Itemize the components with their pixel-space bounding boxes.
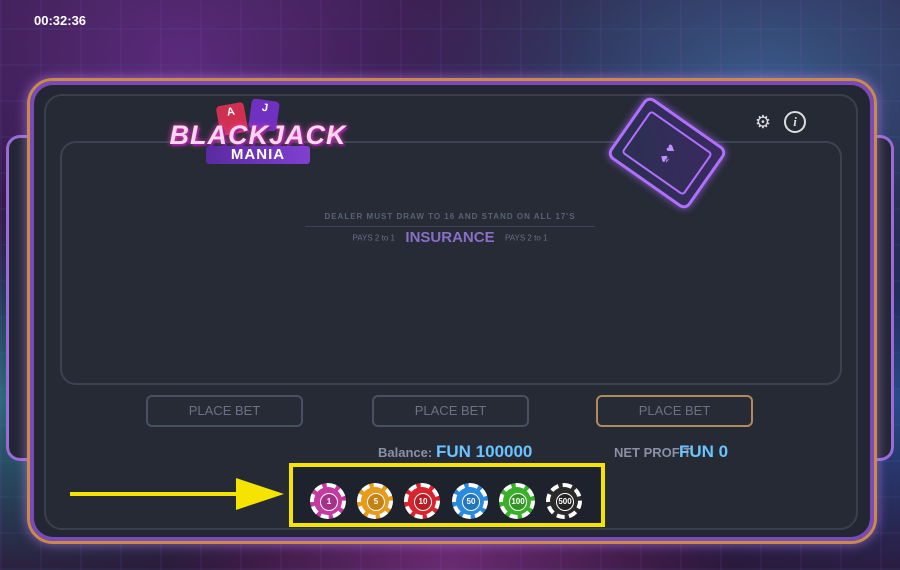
chip-500[interactable]: 500 xyxy=(546,483,582,519)
insurance-pays-right: PAYS 2 to 1 xyxy=(505,233,548,243)
blackjack-table xyxy=(60,141,842,385)
chip-100-label: 100 xyxy=(509,493,527,511)
chip-50[interactable]: 50 xyxy=(452,483,488,519)
session-timer: 00:32:36 xyxy=(34,13,87,28)
chip-100[interactable]: 100 xyxy=(499,483,535,519)
chip-10-label: 10 xyxy=(414,493,432,511)
insurance-row: PAYS 2 to 1 INSURANCE PAYS 2 to 1 xyxy=(300,229,600,247)
chip-tray: 1 5 10 50 100 500 xyxy=(289,463,605,527)
logo-subtitle: MANIA xyxy=(206,146,310,164)
place-bet-button-left[interactable]: PLACE BET xyxy=(146,395,303,427)
dealer-rule-text: DEALER MUST DRAW TO 16 AND STAND ON ALL … xyxy=(324,212,576,221)
rule-divider xyxy=(305,226,595,227)
place-bet-button-right[interactable]: PLACE BET xyxy=(596,395,753,427)
place-bet-button-center[interactable]: PLACE BET xyxy=(372,395,529,427)
game-logo: A J BLACKJACK MANIA xyxy=(158,98,358,168)
insurance-label: INSURANCE xyxy=(405,229,495,247)
chip-1-label: 1 xyxy=(320,493,338,511)
chip-5[interactable]: 5 xyxy=(357,483,393,519)
info-icon[interactable]: i xyxy=(784,111,806,133)
chip-50-label: 50 xyxy=(462,493,480,511)
chip-10[interactable]: 10 xyxy=(404,483,440,519)
gear-icon[interactable]: ⚙ xyxy=(752,111,774,133)
net-profit-value: FUN 0 xyxy=(679,442,729,461)
highlight-arrow-head xyxy=(236,478,284,510)
insurance-pays-left: PAYS 2 to 1 xyxy=(352,233,395,243)
balance-value: FUN 100000 xyxy=(436,442,533,461)
chip-1[interactable]: 1 xyxy=(310,483,346,519)
chip-500-label: 500 xyxy=(556,493,574,511)
highlight-arrow-shaft xyxy=(70,492,240,496)
balance-label: Balance: xyxy=(378,445,433,460)
chip-5-label: 5 xyxy=(367,493,385,511)
